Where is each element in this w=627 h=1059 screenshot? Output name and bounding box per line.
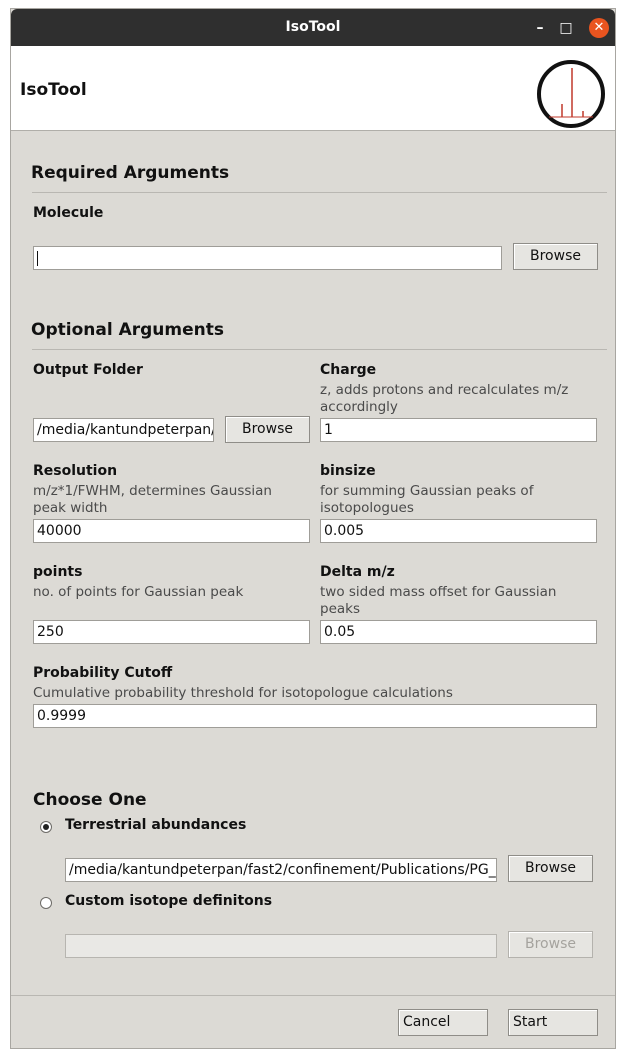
custom-radio[interactable] bbox=[40, 897, 52, 909]
header-banner: IsoTool bbox=[11, 46, 615, 131]
optional-arguments-heading: Optional Arguments bbox=[31, 320, 224, 340]
title-bar[interactable]: IsoTool – □ ✕ bbox=[11, 9, 615, 46]
required-arguments-heading: Required Arguments bbox=[31, 163, 230, 183]
probability-cutoff-input[interactable]: 0.9999 bbox=[33, 704, 597, 728]
molecule-input[interactable] bbox=[33, 246, 502, 270]
points-description: no. of points for Gaussian peak bbox=[33, 584, 244, 600]
charge-description: z, adds protons and recalculates m/z acc… bbox=[320, 382, 569, 415]
delta-mz-description: two sided mass offset for Gaussian peaks bbox=[320, 584, 557, 617]
divider bbox=[32, 349, 607, 350]
terrestrial-label[interactable]: Terrestrial abundances bbox=[65, 817, 246, 833]
terrestrial-path-input[interactable]: /media/kantundpeterpan/fast2/confinement… bbox=[65, 858, 497, 882]
charge-input[interactable]: 1 bbox=[320, 418, 597, 442]
start-button[interactable]: Start bbox=[508, 1009, 598, 1036]
delta-mz-input[interactable]: 0.05 bbox=[320, 620, 597, 644]
output-folder-browse-button[interactable]: Browse bbox=[225, 416, 310, 443]
output-folder-label: Output Folder bbox=[33, 362, 143, 378]
terrestrial-radio[interactable] bbox=[40, 821, 52, 833]
terrestrial-browse-button[interactable]: Browse bbox=[508, 855, 593, 882]
minimize-icon[interactable]: – bbox=[530, 18, 550, 38]
probability-cutoff-label: Probability Cutoff bbox=[33, 665, 173, 681]
resolution-input[interactable]: 40000 bbox=[33, 519, 310, 543]
close-icon[interactable]: ✕ bbox=[589, 18, 609, 38]
cancel-button[interactable]: Cancel bbox=[398, 1009, 488, 1036]
charge-label: Charge bbox=[320, 362, 377, 378]
divider bbox=[32, 192, 607, 193]
resolution-description: m/z*1/FWHM, determines Gaussian peak wid… bbox=[33, 483, 272, 516]
points-input[interactable]: 250 bbox=[33, 620, 310, 644]
text-cursor bbox=[37, 251, 38, 266]
delta-mz-label: Delta m/z bbox=[320, 564, 395, 580]
probability-cutoff-description: Cumulative probability threshold for iso… bbox=[33, 685, 453, 701]
points-label: points bbox=[33, 564, 83, 580]
radio-selected-dot bbox=[43, 824, 49, 830]
mass-spectrum-logo-icon bbox=[537, 60, 605, 128]
isotool-window: IsoTool – □ ✕ IsoTool Required Arguments… bbox=[10, 8, 616, 1049]
binsize-description: for summing Gaussian peaks of isotopolog… bbox=[320, 483, 534, 516]
footer-divider bbox=[11, 995, 615, 996]
app-title: IsoTool bbox=[20, 80, 87, 100]
custom-path-input bbox=[65, 934, 497, 958]
window-title: IsoTool bbox=[285, 19, 341, 35]
molecule-label: Molecule bbox=[33, 205, 104, 221]
custom-isotope-label[interactable]: Custom isotope definitons bbox=[65, 893, 272, 909]
molecule-browse-button[interactable]: Browse bbox=[513, 243, 598, 270]
output-folder-input[interactable]: /media/kantundpeterpan/ bbox=[33, 418, 214, 442]
binsize-input[interactable]: 0.005 bbox=[320, 519, 597, 543]
choose-one-heading: Choose One bbox=[33, 790, 147, 810]
resolution-label: Resolution bbox=[33, 463, 118, 479]
binsize-label: binsize bbox=[320, 463, 376, 479]
maximize-icon[interactable]: □ bbox=[556, 18, 576, 38]
custom-browse-button: Browse bbox=[508, 931, 593, 958]
